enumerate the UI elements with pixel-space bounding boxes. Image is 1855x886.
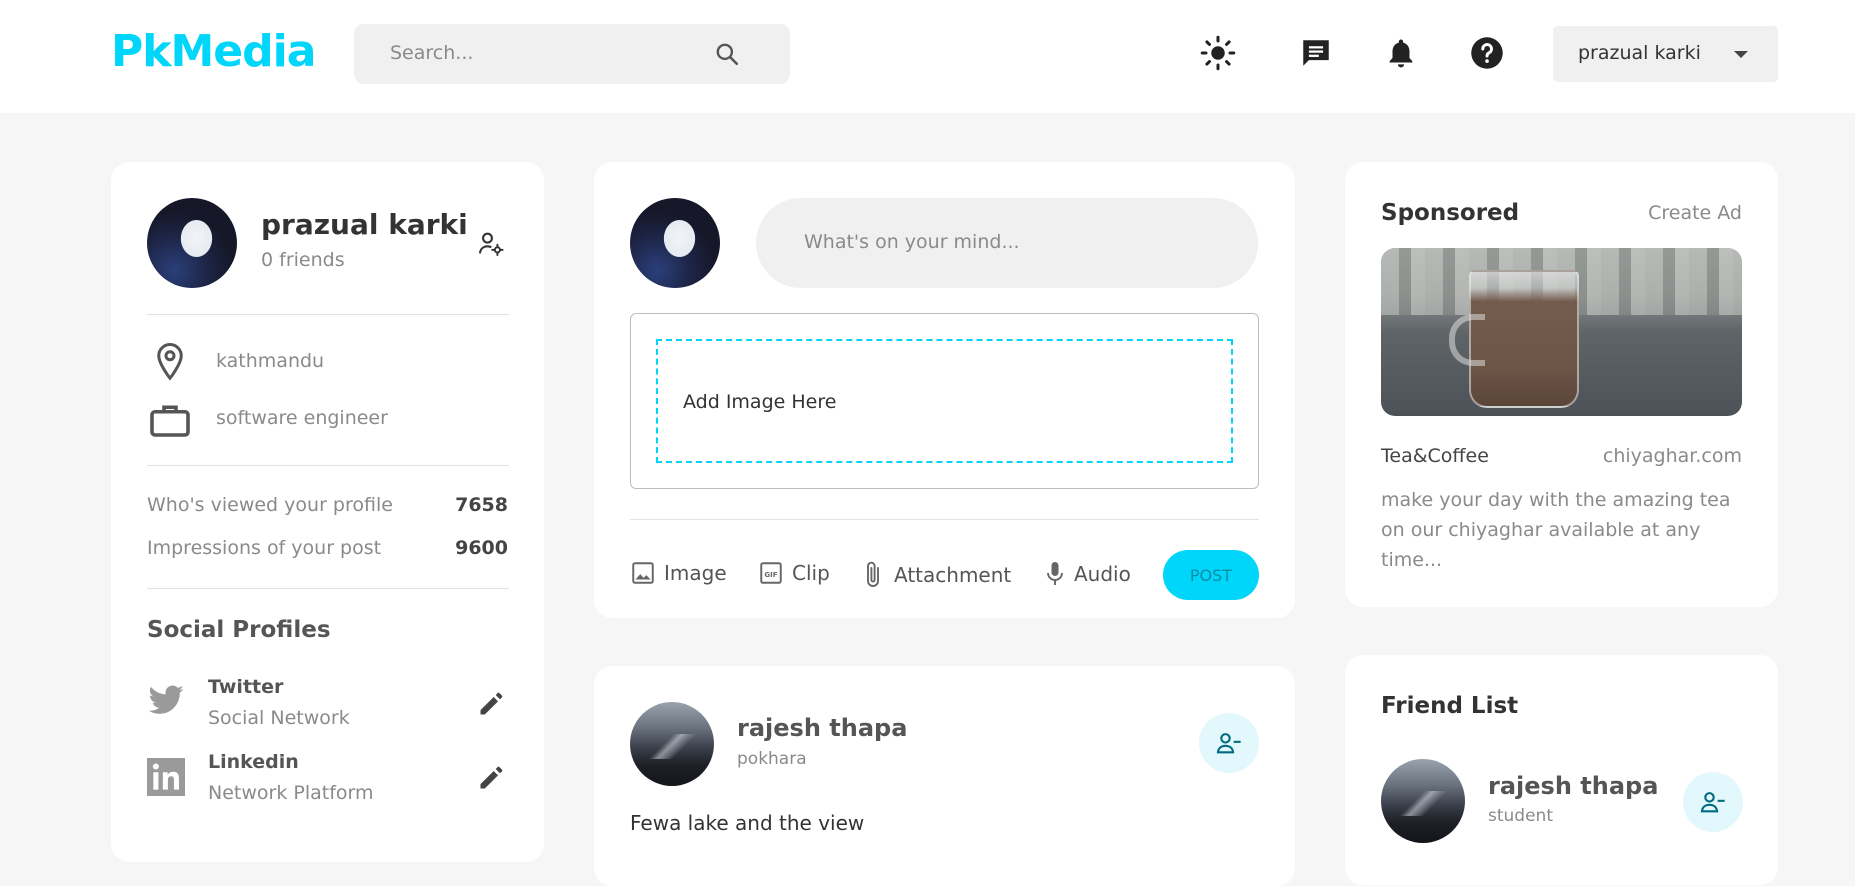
action-attachment-label[interactable]: Attachment xyxy=(894,563,1011,587)
action-clip-label[interactable]: Clip xyxy=(792,561,830,585)
stat-label-impressions: Impressions of your post xyxy=(147,537,382,559)
ad-site[interactable]: chiyaghar.com xyxy=(1603,445,1742,467)
profile-friends-count: 0 friends xyxy=(261,249,345,271)
twitter-icon xyxy=(147,684,185,722)
profile-location: kathmandu xyxy=(216,350,325,372)
search-box[interactable]: Search... xyxy=(354,24,790,84)
image-dropzone-frame: Add Image Here xyxy=(630,313,1259,489)
svg-text:GIF: GIF xyxy=(764,570,777,579)
person-remove-icon xyxy=(1216,733,1241,754)
post-button[interactable]: POST xyxy=(1163,550,1259,600)
post-input[interactable]: What's on your mind... xyxy=(756,198,1258,288)
help-icon[interactable] xyxy=(1467,33,1507,73)
post-text: Fewa lake and the view xyxy=(630,811,865,835)
social-name-linkedin[interactable]: Linkedin xyxy=(208,751,299,773)
create-post-card: What's on your mind... Add Image Here Im… xyxy=(594,162,1295,618)
microphone-icon xyxy=(1047,562,1063,585)
friend-avatar[interactable] xyxy=(1381,759,1465,843)
friend-list-title: Friend List xyxy=(1381,693,1519,719)
edit-linkedin-icon[interactable] xyxy=(477,764,505,796)
composer-avatar xyxy=(630,198,720,288)
post-author-name[interactable]: rajesh thapa xyxy=(737,714,907,742)
profile-name[interactable]: prazual karki xyxy=(261,208,468,241)
bell-icon[interactable] xyxy=(1381,33,1421,73)
friend-role: student xyxy=(1488,806,1553,826)
profile-card: prazual karki 0 friends kathmandu softwa… xyxy=(111,162,544,862)
post-author-location: pokhara xyxy=(737,749,807,769)
stat-value-profile-views: 7658 xyxy=(455,494,508,516)
feed-post: rajesh thapa pokhara Fewa lake and the v… xyxy=(594,666,1295,886)
create-ad-link[interactable]: Create Ad xyxy=(1648,202,1742,224)
divider xyxy=(147,465,509,466)
image-icon xyxy=(632,562,654,584)
friend-remove-button[interactable] xyxy=(1683,772,1743,832)
post-button-label[interactable]: POST xyxy=(1190,566,1232,585)
sponsored-card: Sponsored Create Ad Tea&Coffee chiyaghar… xyxy=(1345,162,1778,607)
message-icon[interactable] xyxy=(1296,33,1336,73)
stat-value-impressions: 9600 xyxy=(455,537,508,559)
action-attachment[interactable]: Attachment xyxy=(862,560,1011,590)
divider xyxy=(147,314,509,315)
sponsored-ad-image[interactable] xyxy=(1381,248,1742,416)
person-remove-icon xyxy=(1700,792,1725,813)
app-logo[interactable]: PkMedia xyxy=(111,26,316,77)
divider xyxy=(630,519,1259,520)
friend-name[interactable]: rajesh thapa xyxy=(1488,772,1658,800)
divider xyxy=(147,588,509,589)
action-clip[interactable]: GIF Clip xyxy=(758,560,830,586)
image-dropzone[interactable]: Add Image Here xyxy=(656,339,1233,463)
action-image-label[interactable]: Image xyxy=(664,561,727,585)
linkedin-icon xyxy=(147,758,185,800)
dropzone-label: Add Image Here xyxy=(683,391,837,413)
remove-friend-button[interactable] xyxy=(1199,713,1259,773)
post-input-placeholder[interactable]: What's on your mind... xyxy=(804,231,1020,253)
social-name-twitter[interactable]: Twitter xyxy=(208,676,283,698)
edit-twitter-icon[interactable] xyxy=(477,690,505,722)
top-navbar: PkMedia Search... prazual karki xyxy=(0,0,1855,113)
ad-brand[interactable]: Tea&Coffee xyxy=(1381,445,1489,467)
search-icon[interactable] xyxy=(714,41,740,71)
stat-label-profile-views: Who's viewed your profile xyxy=(147,494,393,516)
user-dropdown-label: prazual karki xyxy=(1578,42,1701,64)
social-profiles-title: Social Profiles xyxy=(147,617,331,643)
paperclip-icon xyxy=(867,561,879,587)
manage-account-icon[interactable] xyxy=(476,230,506,262)
user-dropdown[interactable]: prazual karki xyxy=(1553,26,1778,82)
sponsored-title: Sponsored xyxy=(1381,200,1520,226)
briefcase-icon xyxy=(149,402,191,442)
action-image[interactable]: Image xyxy=(630,560,727,586)
profile-occupation: software engineer xyxy=(216,407,388,429)
location-icon xyxy=(155,342,185,386)
gif-icon: GIF xyxy=(760,562,782,584)
post-author-avatar[interactable] xyxy=(630,702,714,786)
action-audio[interactable]: Audio xyxy=(1044,560,1131,588)
chevron-down-icon xyxy=(1734,51,1748,58)
friend-list-card: Friend List rajesh thapa student xyxy=(1345,655,1778,885)
search-placeholder[interactable]: Search... xyxy=(390,42,473,64)
sun-icon[interactable] xyxy=(1198,33,1238,73)
social-type-linkedin: Network Platform xyxy=(208,782,374,804)
ad-description: make your day with the amazing tea on ou… xyxy=(1381,489,1731,571)
action-audio-label[interactable]: Audio xyxy=(1074,562,1131,586)
social-type-twitter: Social Network xyxy=(208,707,350,729)
profile-avatar[interactable] xyxy=(147,198,237,288)
